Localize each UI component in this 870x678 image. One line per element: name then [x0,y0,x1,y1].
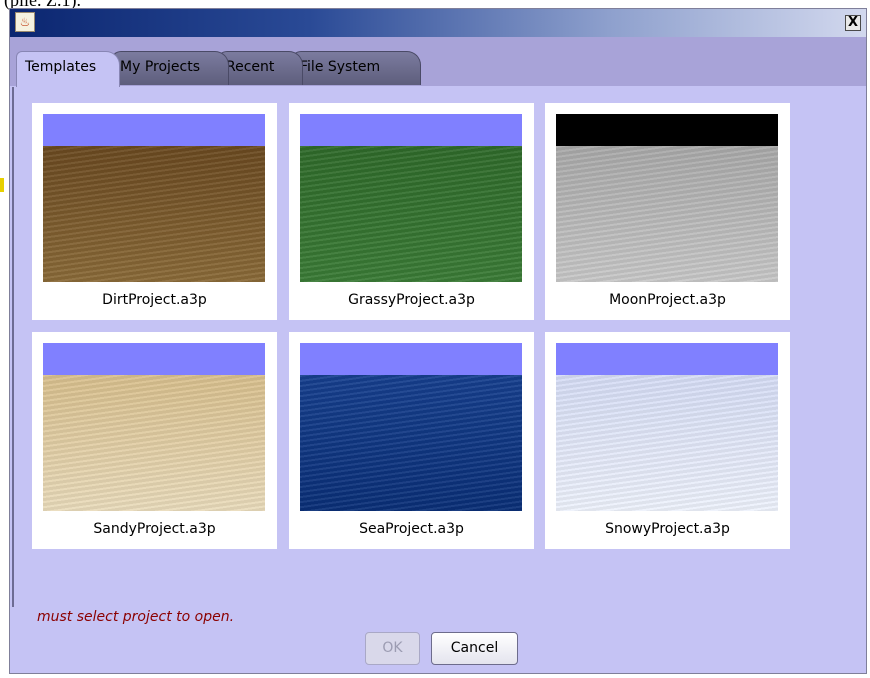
close-button[interactable]: X [845,15,861,31]
template-card-dirt[interactable]: DirtProject.a3p [32,103,277,320]
thumbnail-ground [43,375,265,511]
template-label: GrassyProject.a3p [348,292,475,308]
template-thumbnail [300,343,522,511]
tab-label: My Projects [120,59,201,75]
template-card-snowy[interactable]: SnowyProject.a3p [545,332,790,549]
tab-strip-rule [10,86,866,87]
tab-label: File System [300,59,381,75]
template-thumbnail [556,114,778,282]
template-label: SnowyProject.a3p [605,521,730,537]
template-card-sandy[interactable]: SandyProject.a3p [32,332,277,549]
thumbnail-sky [556,343,778,375]
left-edge-mark [0,178,4,192]
template-label: SandyProject.a3p [93,521,216,537]
thumbnail-ground [43,146,265,282]
tab-my-projects[interactable]: My Projects [111,51,229,85]
tab-file-system[interactable]: File System [291,51,421,85]
thumbnail-ground [300,375,522,511]
template-thumbnail [300,114,522,282]
tab-strip: File System Recent My Projects Templates [10,37,866,87]
template-thumbnail [43,343,265,511]
tab-label: Templates [25,59,97,75]
template-thumbnail [556,343,778,511]
thumbnail-sky [300,343,522,375]
thumbnail-ground [300,146,522,282]
template-card-sea[interactable]: SeaProject.a3p [289,332,534,549]
template-label: SeaProject.a3p [359,521,464,537]
thumbnail-sky [300,114,522,146]
ok-button[interactable]: OK [365,632,420,665]
content-left-edge [12,87,14,607]
thumbnail-sky [43,343,265,375]
template-label: DirtProject.a3p [102,292,207,308]
thumbnail-ground [556,146,778,282]
validation-message: must select project to open. [37,609,235,625]
template-card-moon[interactable]: MoonProject.a3p [545,103,790,320]
cancel-button[interactable]: Cancel [431,632,518,665]
template-label: MoonProject.a3p [609,292,726,308]
tab-label: Recent [226,59,275,75]
open-project-dialog: ♨ X File System Recent My Projects Templ… [9,8,867,674]
thumbnail-sky [43,114,265,146]
title-bar[interactable]: ♨ X [10,9,866,37]
tab-recent[interactable]: Recent [217,51,303,85]
template-card-grassy[interactable]: GrassyProject.a3p [289,103,534,320]
template-thumbnail [43,114,265,282]
thumbnail-ground [556,375,778,511]
tab-templates[interactable]: Templates [16,51,120,87]
page: (pile. Z.1). ♨ X File System Recent My P… [0,0,870,678]
java-app-icon: ♨ [15,12,35,32]
thumbnail-sky [556,114,778,146]
